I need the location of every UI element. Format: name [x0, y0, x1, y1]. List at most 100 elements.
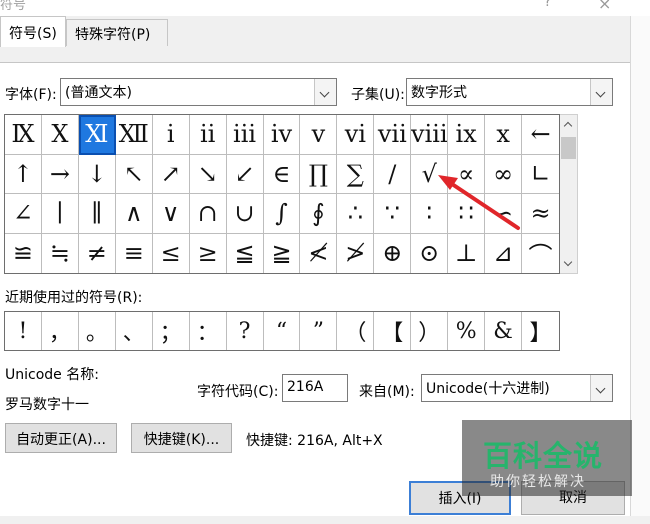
symbol-cell[interactable]: ←: [522, 115, 559, 155]
symbol-cell[interactable]: ≌: [5, 233, 42, 273]
recent-symbol-cell[interactable]: &: [485, 312, 523, 350]
symbol-cell[interactable]: ∣: [41, 194, 79, 234]
recent-symbol-cell[interactable]: !: [5, 312, 42, 350]
tab-special-characters[interactable]: 特殊字符(P): [66, 19, 168, 46]
char-code-input[interactable]: 216A: [282, 374, 348, 402]
symbol-cell[interactable]: ≒: [42, 233, 79, 273]
window-edge: [630, 16, 650, 524]
symbol-cell[interactable]: ∞: [485, 154, 523, 194]
symbol-cell[interactable]: ↓: [78, 154, 116, 194]
scroll-up-icon[interactable]: [560, 115, 577, 133]
recent-symbol-cell[interactable]: %: [448, 312, 486, 350]
symbol-cell[interactable]: ↖: [115, 154, 153, 194]
symbol-cell[interactable]: ∫: [263, 194, 301, 234]
symbol-cell[interactable]: Ⅹ: [41, 115, 79, 155]
help-icon[interactable]: ?: [544, 0, 551, 10]
recent-symbol-cell[interactable]: 【: [374, 312, 412, 350]
recent-symbol-cell[interactable]: ，: [42, 312, 79, 350]
symbol-cell[interactable]: Ⅺ: [78, 115, 116, 155]
symbol-cell[interactable]: ⅴ: [300, 115, 338, 155]
recent-symbol-cell[interactable]: ）: [411, 312, 449, 350]
from-value: Unicode(十六进制): [426, 381, 550, 397]
recent-symbol-cell[interactable]: 】: [522, 312, 559, 350]
symbol-cell[interactable]: ≤: [153, 233, 190, 273]
symbol-cell[interactable]: ⅵ: [337, 115, 375, 155]
window-title: 符号: [0, 0, 27, 13]
symbol-cell[interactable]: ⅲ: [226, 115, 264, 155]
symbol-cell[interactable]: ∝: [448, 154, 486, 194]
title-bar: 符号 ? ×: [0, 0, 650, 16]
symbol-cell[interactable]: ≡: [116, 233, 153, 273]
symbol-cell[interactable]: √: [411, 154, 449, 194]
symbol-cell[interactable]: ∵: [374, 194, 412, 234]
symbol-cell[interactable]: ↑: [5, 154, 42, 194]
shortcut-text: 快捷键: 216A, Alt+X: [246, 433, 383, 449]
symbol-cell[interactable]: ⅹ: [485, 115, 523, 155]
grid-scrollbar[interactable]: [560, 114, 578, 274]
recent-symbol-cell[interactable]: ”: [300, 312, 338, 350]
recent-symbol-cell[interactable]: （: [337, 312, 375, 350]
symbol-cell[interactable]: ≮: [300, 233, 338, 273]
symbol-cell[interactable]: ∩: [189, 194, 227, 234]
chevron-down-icon[interactable]: [590, 79, 612, 105]
symbol-cell[interactable]: ⅳ: [263, 115, 301, 155]
recent-symbol-cell[interactable]: ；: [153, 312, 190, 350]
symbol-cell[interactable]: ≯: [337, 233, 375, 273]
symbol-cell[interactable]: ∏: [300, 154, 338, 194]
symbol-cell[interactable]: ∟: [522, 155, 559, 194]
symbol-cell[interactable]: ∑: [337, 154, 375, 194]
symbol-cell[interactable]: ∷: [448, 194, 486, 234]
symbol-cell[interactable]: ∧: [115, 194, 153, 234]
recent-symbol-cell[interactable]: 。: [79, 312, 116, 350]
close-icon[interactable]: ×: [598, 0, 611, 13]
symbol-cell[interactable]: ⅷ: [411, 115, 449, 155]
symbol-cell[interactable]: ∮: [300, 194, 338, 234]
symbol-cell[interactable]: ∨: [152, 194, 190, 234]
symbol-cell[interactable]: ∴: [337, 194, 375, 234]
symbol-cell[interactable]: Ⅸ: [5, 115, 42, 155]
scroll-thumb[interactable]: [561, 137, 576, 159]
symbol-cell[interactable]: →: [41, 154, 79, 194]
symbol-cell[interactable]: ∥: [78, 194, 116, 234]
symbol-cell[interactable]: ⊕: [374, 233, 412, 273]
symbol-cell[interactable]: ↙: [226, 154, 264, 194]
symbol-cell[interactable]: ≠: [79, 233, 116, 273]
symbol-cell[interactable]: ↘: [189, 154, 227, 194]
recent-symbol-cell[interactable]: ?: [227, 312, 264, 350]
symbol-cell[interactable]: ⅶ: [374, 115, 412, 155]
symbol-cell[interactable]: ⅱ: [189, 115, 227, 155]
recent-symbol-cell[interactable]: 、: [116, 312, 153, 350]
symbol-cell[interactable]: ≈: [522, 194, 559, 234]
symbol-cell[interactable]: ∶: [411, 194, 449, 234]
symbol-cell[interactable]: ∪: [226, 194, 264, 234]
symbol-cell[interactable]: ∽: [485, 194, 523, 234]
dialog-bottom-edge: [0, 516, 650, 524]
font-select[interactable]: (普通文本): [60, 78, 337, 106]
shortcut-key-button[interactable]: 快捷键(K)...: [131, 423, 232, 453]
symbol-cell[interactable]: ≧: [264, 233, 301, 273]
symbol-cell[interactable]: ≦: [227, 233, 264, 273]
symbol-cell[interactable]: ≥: [190, 233, 227, 273]
recent-symbol-cell[interactable]: “: [264, 312, 301, 350]
recent-symbol-cell[interactable]: ：: [190, 312, 227, 350]
symbol-cell[interactable]: ↗: [152, 154, 190, 194]
symbol-cell[interactable]: ⊥: [448, 233, 486, 273]
symbol-cell[interactable]: ⌒: [522, 234, 559, 274]
symbol-cell[interactable]: ⅸ: [448, 115, 486, 155]
chevron-down-icon[interactable]: [314, 79, 336, 105]
scroll-down-icon[interactable]: [560, 255, 577, 273]
symbol-cell[interactable]: ∈: [263, 154, 301, 194]
chevron-down-icon[interactable]: [590, 375, 612, 401]
symbol-cell[interactable]: ⊿: [485, 233, 523, 273]
symbol-cell[interactable]: ⅰ: [152, 115, 190, 155]
autocorrect-button[interactable]: 自动更正(A)...: [5, 423, 117, 453]
unicode-name-label: Unicode 名称:: [5, 367, 99, 383]
symbol-cell[interactable]: ∕: [374, 154, 412, 194]
tab-label: 符号(S): [9, 26, 57, 42]
tab-symbols[interactable]: 符号(S): [0, 16, 66, 47]
symbol-cell[interactable]: ⊙: [411, 233, 449, 273]
symbol-cell[interactable]: ∠: [5, 194, 42, 234]
symbol-cell[interactable]: Ⅻ: [115, 115, 153, 155]
subset-select[interactable]: 数字形式: [406, 78, 613, 106]
from-select[interactable]: Unicode(十六进制): [421, 374, 613, 402]
